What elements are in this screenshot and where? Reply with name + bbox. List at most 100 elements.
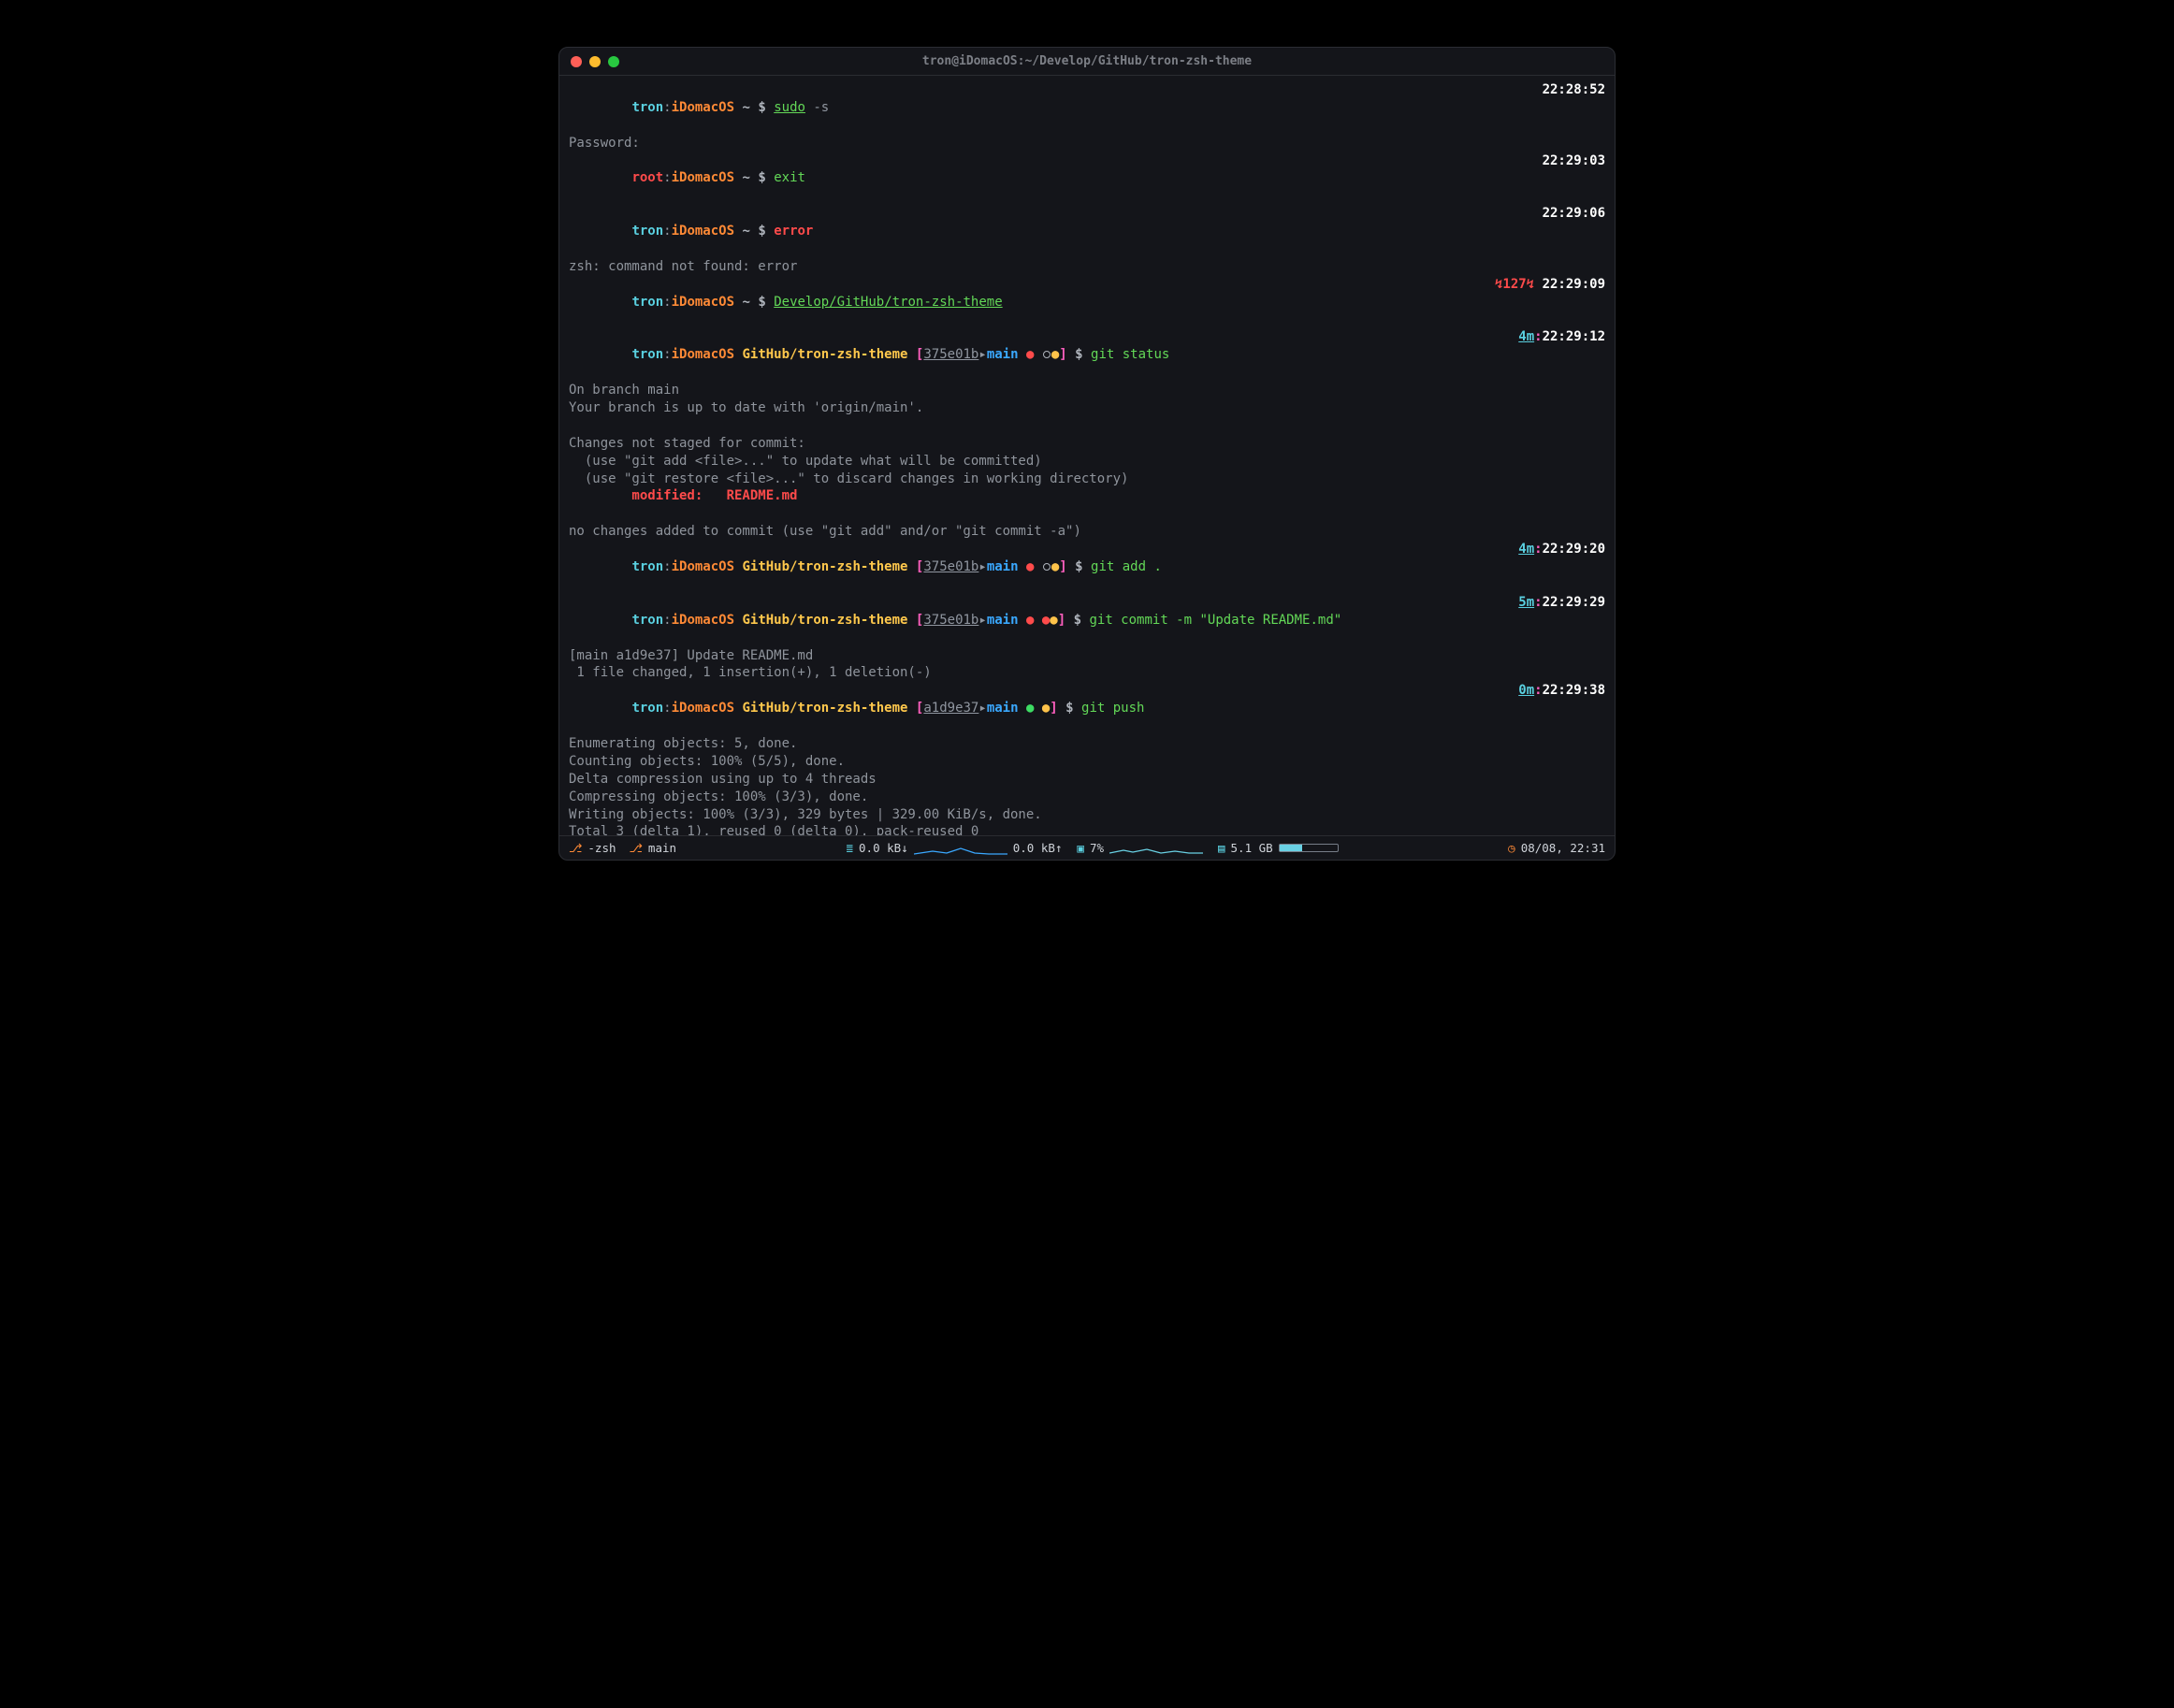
net-graph <box>914 841 1007 856</box>
text: On branch main <box>569 382 1605 399</box>
command: git commit -m "Update README.md" <box>1089 613 1341 628</box>
output-line: zsh: command not found: error <box>569 258 1605 276</box>
arrow-icon: ▸ <box>978 559 986 574</box>
dir: GitHub/tron-zsh-theme <box>742 559 907 574</box>
terminal-icon: ⎇ <box>569 841 582 855</box>
dir: GitHub/tron-zsh-theme <box>742 701 907 716</box>
command: git push <box>1081 701 1144 716</box>
command: Develop/GitHub/tron-zsh-theme <box>774 295 1002 310</box>
dir: ~ <box>742 170 749 185</box>
user-root: root <box>631 170 663 185</box>
clock-icon: ◷ <box>1508 841 1515 855</box>
text: 1 file changed, 1 insertion(+), 1 deleti… <box>569 664 1605 682</box>
output-line: no changes added to commit (use "git add… <box>569 523 1605 541</box>
dir: ~ <box>742 224 749 239</box>
arrow-icon: ▸ <box>978 613 986 628</box>
status-cpu: 7% <box>1090 841 1104 855</box>
git-branch: main <box>987 559 1019 574</box>
text: modified: <box>569 488 727 503</box>
close-icon[interactable] <box>571 56 582 67</box>
right-status: 5m:22:29:29 <box>1518 594 1605 647</box>
dir: GitHub/tron-zsh-theme <box>742 347 907 362</box>
memory-bar <box>1279 844 1339 852</box>
timestamp: 22:29:29 <box>1543 595 1605 610</box>
elapsed: 4m <box>1518 542 1534 557</box>
status-net-down: 0.0 kB↓ <box>859 841 908 855</box>
sep: : <box>1534 542 1542 557</box>
git-branch: main <box>987 613 1019 628</box>
text: Compressing objects: 100% (3/3), done. <box>569 789 1605 806</box>
host: iDomacOS <box>672 170 734 185</box>
output-line: Your branch is up to date with 'origin/m… <box>569 399 1605 417</box>
text: no changes added to commit (use "git add… <box>569 523 1605 541</box>
text: Total 3 (delta 1), reused 0 (delta 0), p… <box>569 823 1605 835</box>
timestamp: 22:29:38 <box>1543 683 1605 698</box>
output-line: Password: <box>569 135 1605 152</box>
memory-icon: ▤ <box>1218 841 1225 855</box>
command: git status <box>1091 347 1169 362</box>
host: iDomacOS <box>672 224 734 239</box>
elapsed: 0m <box>1518 683 1534 698</box>
user: tron <box>631 347 663 362</box>
timestamp: 22:28:52 <box>1543 81 1605 135</box>
dir: GitHub/tron-zsh-theme <box>742 613 907 628</box>
user: tron <box>631 295 663 310</box>
untracked-icon <box>1043 563 1051 571</box>
git-hash: 375e01b <box>923 613 978 628</box>
user: tron <box>631 613 663 628</box>
user: tron <box>631 100 663 115</box>
output-line: [main a1d9e37] Update README.md <box>569 647 1605 665</box>
output-line <box>569 417 1605 435</box>
text: README.md <box>727 488 798 503</box>
dir: ~ <box>742 295 749 310</box>
dollar-icon: $ <box>758 295 765 310</box>
text: (use "git add <file>..." to update what … <box>569 453 1605 470</box>
user: tron <box>631 224 663 239</box>
sep: : <box>663 559 671 574</box>
text: Changes not staged for commit: <box>569 435 1605 453</box>
return-code: ↯127↯ <box>1495 277 1534 292</box>
prompt-line: tron:iDomacOS GitHub/tron-zsh-theme [a1d… <box>569 682 1605 735</box>
status-clock: 08/08, 22:31 <box>1521 841 1605 855</box>
output-line: Enumerating objects: 5, done. <box>569 735 1605 753</box>
bracket: ] <box>1059 347 1066 362</box>
sep: : <box>1534 683 1542 698</box>
git-hash: 375e01b <box>923 559 978 574</box>
sep: : <box>663 224 671 239</box>
text: Writing objects: 100% (3/3), 329 bytes |… <box>569 806 1605 824</box>
sep: : <box>1534 595 1542 610</box>
output-line <box>569 505 1605 523</box>
right-status: 4m:22:29:12 <box>1518 328 1605 382</box>
sep: : <box>663 170 671 185</box>
minimize-icon[interactable] <box>589 56 601 67</box>
host: iDomacOS <box>672 559 734 574</box>
text: Your branch is up to date with 'origin/m… <box>569 399 1605 417</box>
prompt-line: tron:iDomacOS GitHub/tron-zsh-theme [375… <box>569 594 1605 647</box>
text: zsh: command not found: error <box>569 258 1605 276</box>
timestamp: 22:29:03 <box>1543 152 1605 206</box>
host: iDomacOS <box>672 613 734 628</box>
command: sudo <box>774 100 805 115</box>
elapsed: 4m <box>1518 329 1534 344</box>
status-bar: ⎇ -zsh ⎇ main ≣ 0.0 kB↓ 0.0 kB↑ ▣ 7% ▤ 5… <box>559 835 1615 860</box>
window-controls <box>571 56 619 67</box>
output-line: (use "git restore <file>..." to discard … <box>569 470 1605 488</box>
sep: : <box>1534 329 1542 344</box>
terminal-body[interactable]: tron:iDomacOS ~ $ sudo -s 22:28:52 Passw… <box>559 76 1615 835</box>
dollar-icon: $ <box>758 100 765 115</box>
text: Password: <box>569 135 1605 152</box>
user: tron <box>631 559 663 574</box>
zoom-icon[interactable] <box>608 56 619 67</box>
prompt-line: tron:iDomacOS ~ $ Develop/GitHub/tron-zs… <box>569 276 1605 329</box>
timestamp: 22:29:12 <box>1543 329 1605 344</box>
output-line: modified: README.md <box>569 487 1605 505</box>
text: Delta compression using up to 4 threads <box>569 771 1605 789</box>
prompt-line: root:iDomacOS ~ $ exit 22:29:03 <box>569 152 1605 206</box>
host: iDomacOS <box>672 295 734 310</box>
window-title: tron@iDomacOS:~/Develop/GitHub/tron-zsh-… <box>559 54 1615 68</box>
dollar-icon: $ <box>758 170 765 185</box>
output-line: Counting objects: 100% (5/5), done. <box>569 753 1605 771</box>
dirty-icon: ● <box>1026 559 1034 574</box>
status-shell: -zsh <box>587 841 616 855</box>
timestamp: 22:29:09 <box>1543 277 1605 292</box>
